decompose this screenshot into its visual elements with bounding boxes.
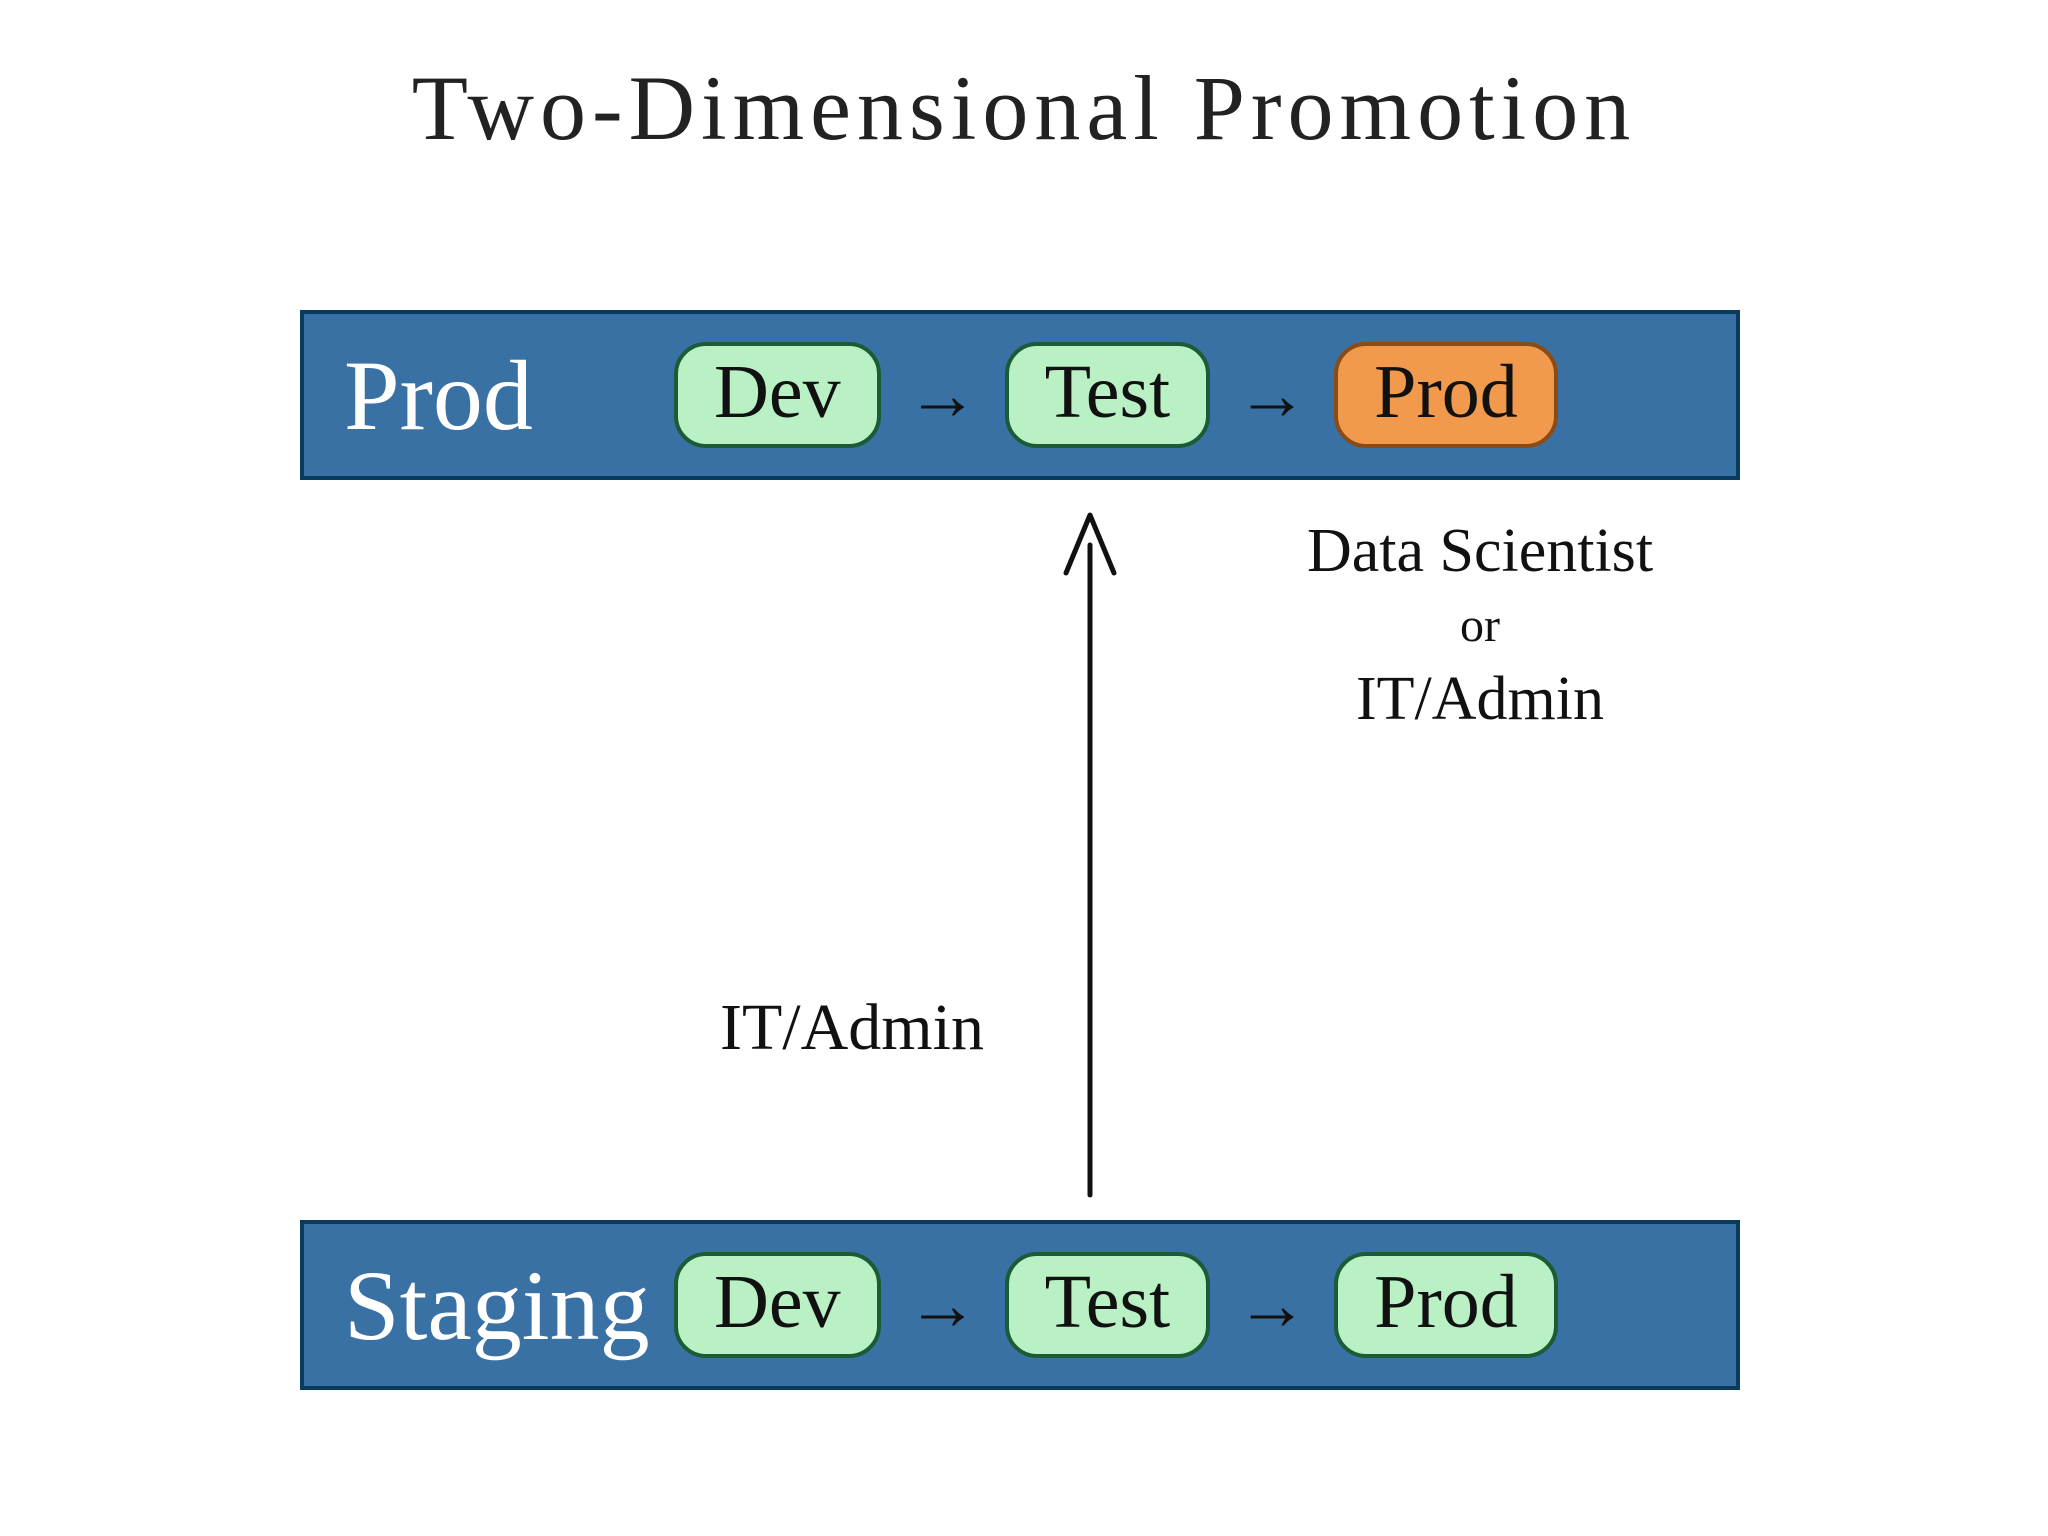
- stage-pill-dev: Dev: [674, 1252, 881, 1358]
- env-bar-staging: Staging Dev → Test → Prod: [300, 1220, 1740, 1390]
- diagram-canvas: Two-Dimensional Promotion Prod Dev → Tes…: [0, 0, 2048, 1536]
- env-bar-prod: Prod Dev → Test → Prod: [300, 310, 1740, 480]
- env-label-staging: Staging: [344, 1248, 674, 1363]
- role-line2: or: [1200, 594, 1760, 659]
- diagram-title: Two-Dimensional Promotion: [0, 55, 2048, 161]
- env-pills-prod: Dev → Test → Prod: [674, 342, 1558, 448]
- role-line3: IT/Admin: [1356, 665, 1604, 733]
- arrow-right-icon: →: [1236, 354, 1308, 437]
- stage-pill-test: Test: [1005, 1252, 1211, 1358]
- env-label-prod: Prod: [344, 338, 674, 453]
- role-line1: Data Scientist: [1307, 517, 1653, 585]
- env-pills-staging: Dev → Test → Prod: [674, 1252, 1558, 1358]
- vertical-arrow-icon: [1060, 505, 1120, 1195]
- arrow-right-icon: →: [907, 1264, 979, 1347]
- stage-pill-test: Test: [1005, 342, 1211, 448]
- stage-pill-dev: Dev: [674, 342, 881, 448]
- vertical-arrow-label: IT/Admin: [720, 990, 984, 1066]
- arrow-right-icon: →: [907, 354, 979, 437]
- horizontal-role-label: Data Scientist or IT/Admin: [1200, 510, 1760, 742]
- stage-pill-prod: Prod: [1334, 342, 1558, 448]
- arrow-right-icon: →: [1236, 1264, 1308, 1347]
- stage-pill-prod: Prod: [1334, 1252, 1558, 1358]
